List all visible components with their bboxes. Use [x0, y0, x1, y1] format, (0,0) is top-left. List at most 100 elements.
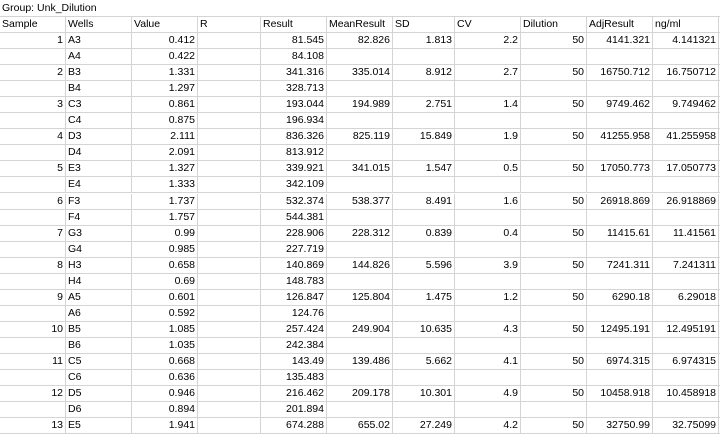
cell-value[interactable]: 0.894: [132, 402, 198, 418]
cell-cv[interactable]: 3.9: [455, 257, 521, 273]
cell-result[interactable]: 836.326: [261, 129, 327, 145]
cell-result[interactable]: 242.384: [261, 337, 327, 353]
cell-well[interactable]: A4: [66, 49, 132, 65]
cell-result[interactable]: 813.912: [261, 145, 327, 161]
cell-r[interactable]: [198, 354, 261, 369]
cell-r[interactable]: [198, 402, 261, 418]
cell-mean[interactable]: 194.989: [327, 97, 393, 113]
cell-adj[interactable]: 7241.311: [587, 257, 653, 273]
cell-dilution[interactable]: [521, 402, 587, 418]
cell-r[interactable]: [198, 113, 261, 129]
cell-r[interactable]: [198, 209, 261, 225]
cell-cv[interactable]: [455, 370, 521, 386]
cell-sample[interactable]: [0, 402, 66, 418]
cell-mean[interactable]: [327, 81, 393, 97]
cell-adj[interactable]: [587, 113, 653, 129]
cell-well[interactable]: H3: [66, 257, 132, 273]
cell-r[interactable]: [198, 257, 261, 273]
cell-sample[interactable]: [0, 305, 66, 321]
cell-ngml[interactable]: [653, 145, 719, 161]
cell-result[interactable]: 228.906: [261, 225, 327, 241]
cell-r[interactable]: [198, 241, 261, 257]
cell-ngml[interactable]: 26.918869: [653, 193, 719, 209]
cell-adj[interactable]: 6974.315: [587, 354, 653, 369]
cell-dilution[interactable]: 50: [521, 225, 587, 241]
cell-well[interactable]: D3: [66, 129, 132, 145]
cell-sd[interactable]: [393, 370, 455, 386]
cell-adj[interactable]: [587, 49, 653, 65]
cell-dilution[interactable]: 50: [521, 289, 587, 305]
cell-r[interactable]: [198, 418, 261, 434]
cell-sample[interactable]: 13: [0, 418, 66, 434]
cell-r[interactable]: [198, 161, 261, 177]
cell-r[interactable]: [198, 305, 261, 321]
cell-ngml[interactable]: [653, 113, 719, 129]
cell-r[interactable]: [198, 81, 261, 97]
cell-adj[interactable]: [587, 402, 653, 418]
cell-result[interactable]: 674.288: [261, 418, 327, 434]
cell-ngml[interactable]: [653, 305, 719, 321]
cell-mean[interactable]: 125.804: [327, 289, 393, 305]
cell-sample[interactable]: [0, 337, 66, 353]
cell-mean[interactable]: 209.178: [327, 386, 393, 402]
column-header[interactable]: Sample: [0, 17, 66, 32]
cell-cv[interactable]: 2.2: [455, 33, 521, 48]
cell-value[interactable]: 1.941: [132, 418, 198, 434]
cell-sd[interactable]: [393, 209, 455, 225]
cell-value[interactable]: 1.333: [132, 177, 198, 193]
cell-cv[interactable]: 4.1: [455, 354, 521, 369]
cell-dilution[interactable]: [521, 241, 587, 257]
cell-well[interactable]: G4: [66, 241, 132, 257]
cell-value[interactable]: 0.668: [132, 354, 198, 369]
cell-result[interactable]: 143.49: [261, 354, 327, 369]
cell-well[interactable]: F3: [66, 193, 132, 209]
cell-mean[interactable]: [327, 145, 393, 161]
cell-adj[interactable]: 11415.61: [587, 225, 653, 241]
cell-sd[interactable]: [393, 305, 455, 321]
cell-value[interactable]: 1.085: [132, 321, 198, 337]
cell-ngml[interactable]: [653, 402, 719, 418]
cell-dilution[interactable]: 50: [521, 418, 587, 434]
column-header[interactable]: CV: [455, 17, 521, 32]
cell-ngml[interactable]: 7.241311: [653, 257, 719, 273]
cell-ngml[interactable]: 11.41561: [653, 225, 719, 241]
cell-mean[interactable]: [327, 209, 393, 225]
cell-sample[interactable]: 1: [0, 33, 66, 48]
cell-result[interactable]: 532.374: [261, 193, 327, 209]
cell-result[interactable]: 135.483: [261, 370, 327, 386]
cell-cv[interactable]: [455, 337, 521, 353]
cell-sd[interactable]: [393, 402, 455, 418]
cell-mean[interactable]: [327, 49, 393, 65]
cell-sample[interactable]: [0, 209, 66, 225]
cell-ngml[interactable]: 41.255958: [653, 129, 719, 145]
cell-sd[interactable]: 27.249: [393, 418, 455, 434]
cell-value[interactable]: 0.592: [132, 305, 198, 321]
cell-value[interactable]: 0.69: [132, 273, 198, 289]
cell-cv[interactable]: 0.4: [455, 225, 521, 241]
cell-dilution[interactable]: 50: [521, 257, 587, 273]
cell-well[interactable]: A6: [66, 305, 132, 321]
cell-r[interactable]: [198, 145, 261, 161]
cell-result[interactable]: 257.424: [261, 321, 327, 337]
column-header[interactable]: R: [198, 17, 261, 32]
cell-cv[interactable]: 2.7: [455, 65, 521, 81]
cell-sample[interactable]: 5: [0, 161, 66, 177]
cell-mean[interactable]: 341.015: [327, 161, 393, 177]
cell-mean[interactable]: 228.312: [327, 225, 393, 241]
cell-ngml[interactable]: 17.050773: [653, 161, 719, 177]
cell-ngml[interactable]: [653, 370, 719, 386]
column-header[interactable]: Value: [132, 17, 198, 32]
cell-r[interactable]: [198, 289, 261, 305]
cell-dilution[interactable]: 50: [521, 161, 587, 177]
cell-dilution[interactable]: [521, 370, 587, 386]
cell-ngml[interactable]: 32.75099: [653, 418, 719, 434]
cell-ngml[interactable]: 16.750712: [653, 65, 719, 81]
cell-value[interactable]: 0.861: [132, 97, 198, 113]
cell-well[interactable]: E3: [66, 161, 132, 177]
cell-cv[interactable]: [455, 145, 521, 161]
cell-adj[interactable]: [587, 337, 653, 353]
cell-result[interactable]: 227.719: [261, 241, 327, 257]
cell-result[interactable]: 193.044: [261, 97, 327, 113]
cell-sd[interactable]: 2.751: [393, 97, 455, 113]
cell-sample[interactable]: [0, 49, 66, 65]
